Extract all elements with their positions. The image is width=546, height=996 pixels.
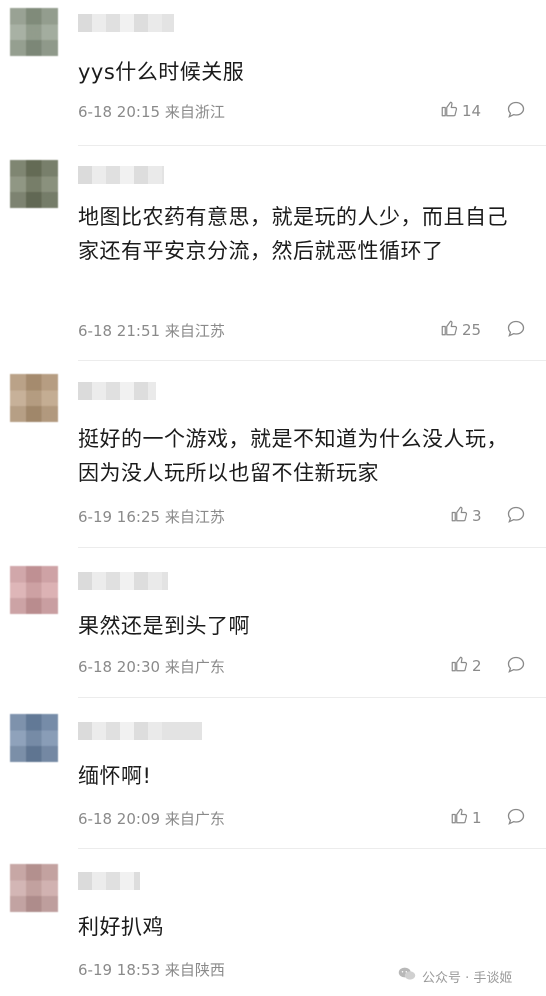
- comment-text: 地图比农药有意思，就是玩的人少，而且自己家还有平安京分流，然后就恶性循环了: [78, 205, 508, 263]
- comment-date: 6-18 20:30: [78, 658, 161, 676]
- watermark: 公众号 · 手谈姬: [398, 966, 512, 986]
- comment-bubble-icon[interactable]: [506, 655, 526, 675]
- divider: [78, 145, 546, 146]
- avatar[interactable]: [10, 566, 58, 614]
- avatar[interactable]: [10, 374, 58, 422]
- like-count: 1: [472, 809, 482, 827]
- like-count: 25: [462, 321, 482, 339]
- username-blurred[interactable]: [78, 382, 156, 400]
- comment-date: 6-18 20:15: [78, 103, 161, 121]
- comment-location: 来自陕西: [164, 961, 225, 979]
- comment-text: yys什么时候关服: [78, 60, 245, 84]
- comment-meta: 6-19 16:25 来自江苏: [78, 506, 225, 527]
- comment-text: 缅怀啊!: [78, 764, 152, 788]
- username-blurred[interactable]: [78, 166, 164, 184]
- comment-bubble-icon[interactable]: [506, 807, 526, 827]
- avatar[interactable]: [10, 714, 58, 762]
- thumbs-up-icon: [450, 655, 468, 677]
- divider: [78, 848, 546, 849]
- username-blurred[interactable]: [78, 14, 174, 32]
- comment-bubble-icon[interactable]: [506, 100, 526, 120]
- watermark-text: 公众号 · 手谈姬: [422, 970, 513, 986]
- divider: [78, 547, 546, 548]
- comment-date: 6-18 20:09: [78, 810, 161, 828]
- comment-location: 来自广东: [164, 810, 225, 828]
- comment-location: 来自广东: [164, 658, 225, 676]
- comment-text: 果然还是到头了啊: [78, 614, 250, 638]
- comment-date: 6-19 18:53: [78, 961, 161, 979]
- comment-location: 来自江苏: [164, 322, 225, 340]
- like-button[interactable]: 2: [450, 655, 482, 677]
- like-button[interactable]: 14: [440, 100, 481, 122]
- comment-location: 来自浙江: [164, 103, 225, 121]
- like-button[interactable]: 25: [440, 319, 481, 341]
- comment-location: 来自江苏: [164, 508, 225, 526]
- like-count: 3: [472, 507, 482, 525]
- comment-text: 挺好的一个游戏，就是不知道为什么没人玩，因为没人玩所以也留不住新玩家: [78, 427, 508, 485]
- thumbs-up-icon: [450, 807, 468, 829]
- thumbs-up-icon: [440, 319, 458, 341]
- like-button[interactable]: 1: [450, 807, 482, 829]
- comment-date: 6-19 16:25: [78, 508, 161, 526]
- comment-bubble-icon[interactable]: [506, 319, 526, 339]
- comment-meta: 6-19 18:53 来自陕西: [78, 959, 225, 980]
- avatar[interactable]: [10, 160, 58, 208]
- comment-bubble-icon[interactable]: [506, 505, 526, 525]
- comment-date: 6-18 21:51: [78, 322, 161, 340]
- comment-meta: 6-18 20:09 来自广东: [78, 808, 225, 829]
- divider: [78, 697, 546, 698]
- like-button[interactable]: 3: [450, 505, 482, 527]
- username-blurred[interactable]: [78, 572, 168, 590]
- thumbs-up-icon: [450, 505, 468, 527]
- divider: [78, 360, 546, 361]
- comment-text: 利好扒鸡: [78, 915, 164, 939]
- comment-meta: 6-18 20:30 来自广东: [78, 656, 225, 677]
- avatar[interactable]: [10, 8, 58, 56]
- like-count: 2: [472, 657, 482, 675]
- thumbs-up-icon: [440, 100, 458, 122]
- comment-meta: 6-18 21:51 来自江苏: [78, 320, 225, 341]
- avatar[interactable]: [10, 864, 58, 912]
- comment-meta: 6-18 20:15 来自浙江: [78, 101, 225, 122]
- username-blurred[interactable]: [78, 872, 140, 890]
- username-blurred[interactable]: [78, 722, 202, 740]
- wechat-icon: [398, 966, 416, 986]
- like-count: 14: [462, 102, 482, 120]
